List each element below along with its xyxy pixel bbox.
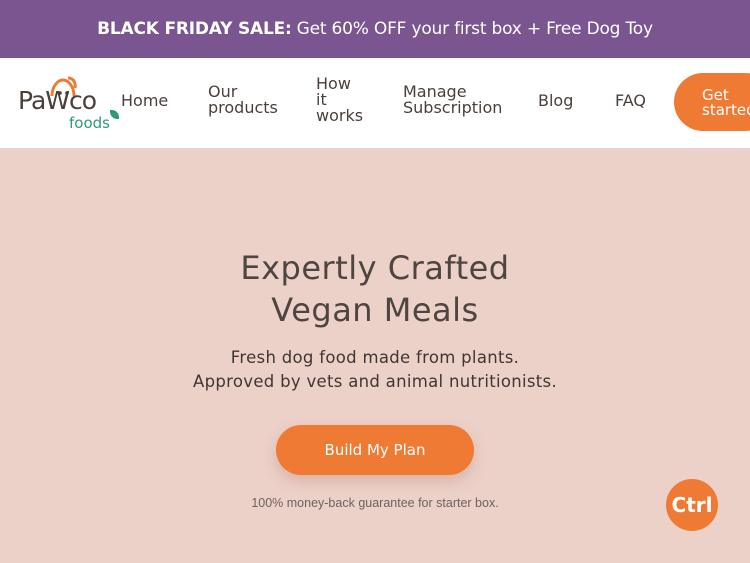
nav-products-line2: products xyxy=(208,98,278,117)
promo-text: Get 60% OFF your first box + Free Dog To… xyxy=(296,19,653,39)
get-started-line2: started xyxy=(702,101,750,119)
nav-faq[interactable]: FAQ xyxy=(615,93,646,109)
leaf-icon xyxy=(110,110,119,119)
nav-home[interactable]: Home xyxy=(121,93,168,109)
hero-subtitle: Fresh dog food made from plants. Approve… xyxy=(0,346,750,394)
logo-wordmark: PaWco xyxy=(18,86,97,115)
navbar: PaWco foods Home Our products How it wor… xyxy=(0,58,750,148)
nav-manage-line2: Subscription xyxy=(403,98,503,117)
hero-title: Expertly Crafted Vegan Meals xyxy=(0,247,750,331)
hero-subtitle-line2: Approved by vets and animal nutritionist… xyxy=(193,372,557,391)
promo-banner: BLACK FRIDAY SALE: Get 60% OFF your firs… xyxy=(0,0,750,58)
nav-our-products[interactable]: Our products xyxy=(208,84,278,116)
ctrl-button[interactable]: Ctrl xyxy=(666,479,718,531)
nav-how-line3: works xyxy=(316,106,364,125)
guarantee-note: 100% money-back guarantee for starter bo… xyxy=(251,496,499,510)
promo-bold-text: BLACK FRIDAY SALE: xyxy=(97,19,292,39)
logo[interactable]: PaWco foods xyxy=(18,74,122,134)
hero-title-line2: Vegan Meals xyxy=(271,291,479,329)
hero-title-line1: Expertly Crafted xyxy=(240,249,510,287)
get-started-button[interactable]: Get started xyxy=(674,73,750,131)
build-my-plan-button[interactable]: Build My Plan xyxy=(276,425,474,475)
nav-how-it-works[interactable]: How it works xyxy=(316,76,363,124)
logo-subtext: foods xyxy=(69,114,110,132)
hero-subtitle-line1: Fresh dog food made from plants. xyxy=(230,348,520,367)
nav-blog[interactable]: Blog xyxy=(538,93,573,109)
nav-manage-subscription[interactable]: Manage Subscription xyxy=(403,84,502,116)
